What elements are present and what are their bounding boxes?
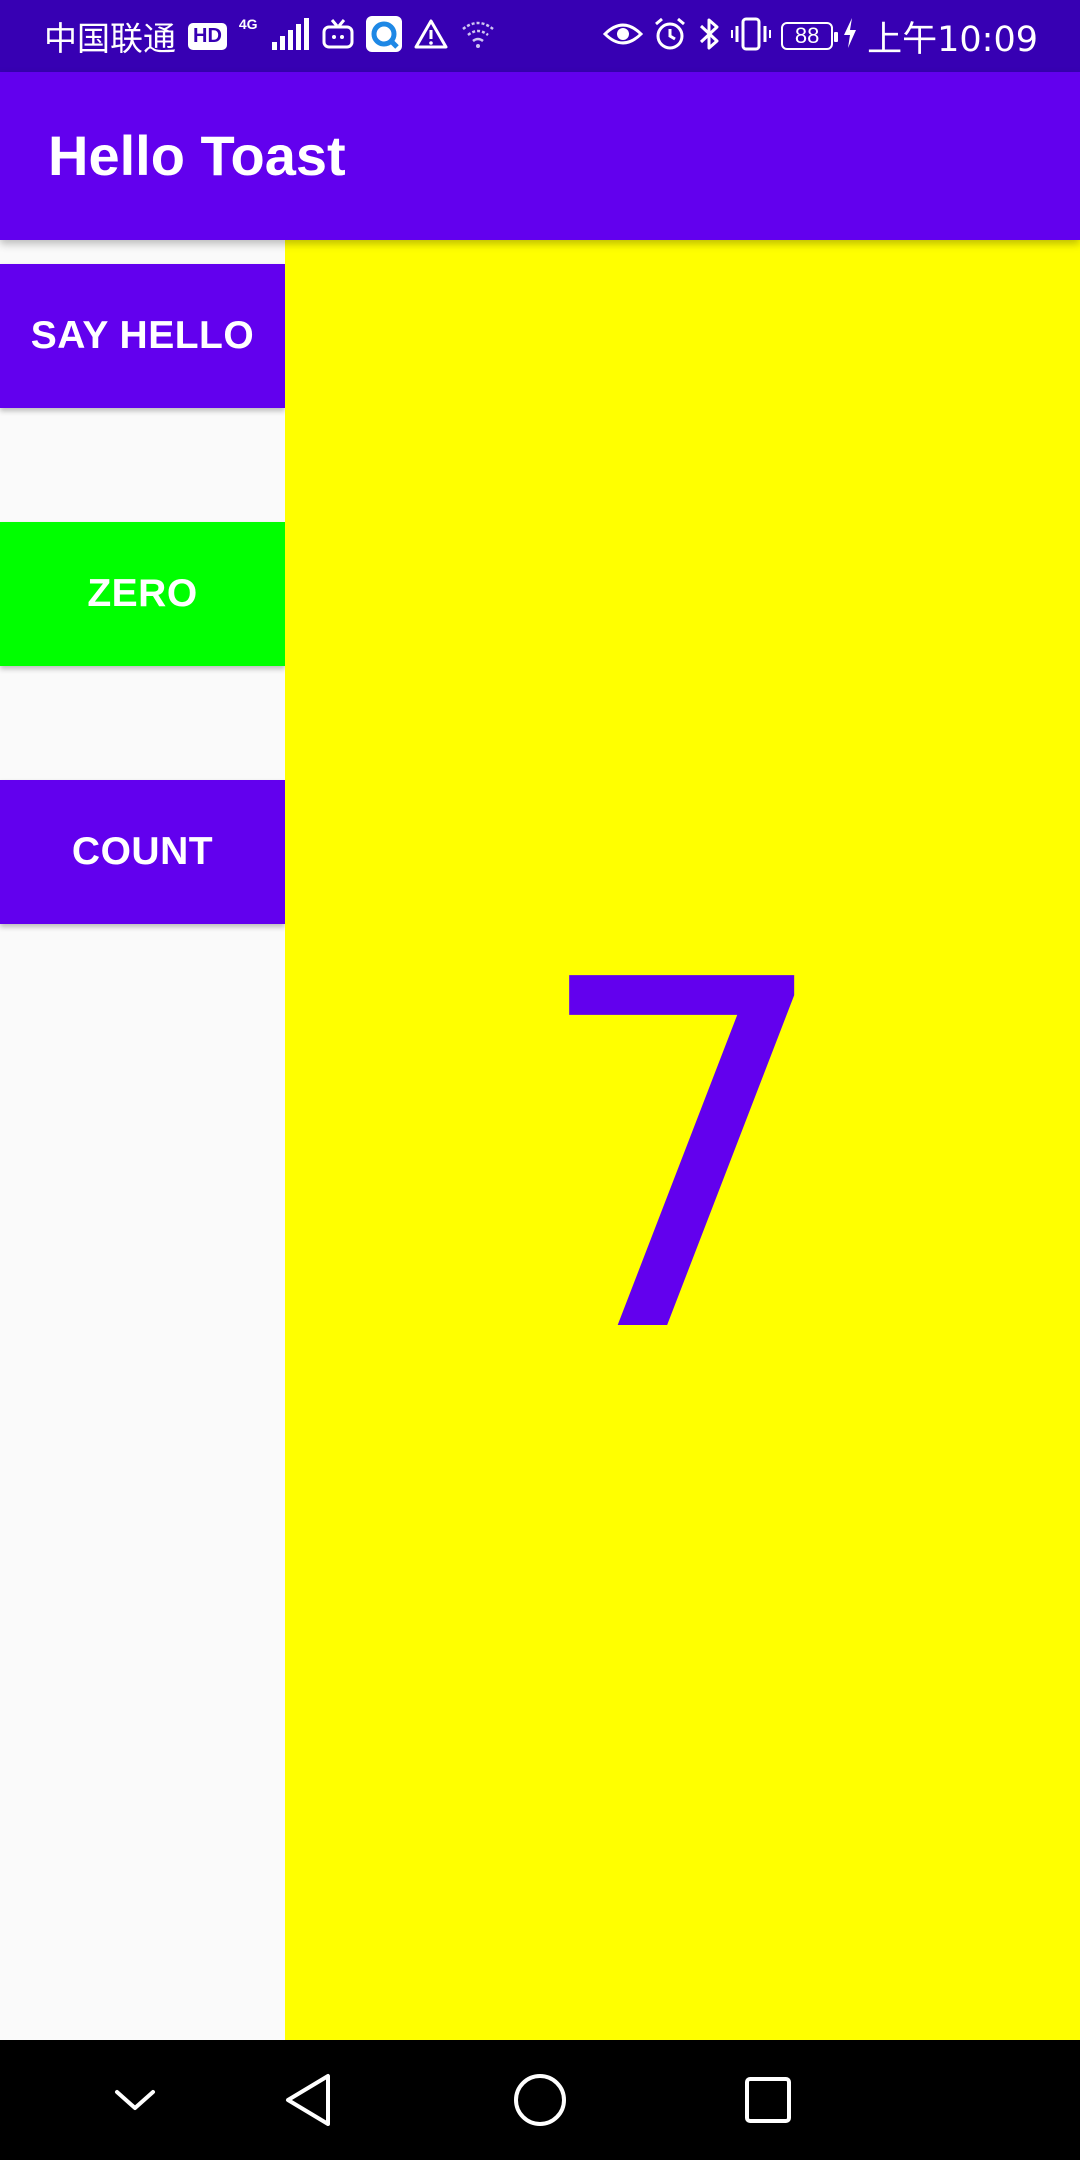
vibrate-icon xyxy=(731,17,772,56)
status-bar: 中国联通 HD 4G 88 上午10:09 xyxy=(0,0,1080,72)
alarm-icon xyxy=(653,17,687,56)
bluetooth-icon xyxy=(697,17,721,56)
home-icon[interactable] xyxy=(500,2060,580,2140)
app-title: Hello Toast xyxy=(48,124,346,187)
carrier-label: 中国联通 xyxy=(44,19,176,58)
collapse-icon[interactable] xyxy=(95,2060,175,2140)
app-notification-icon xyxy=(365,15,402,57)
count-panel: 7 xyxy=(285,240,1080,2040)
battery-icon: 88 xyxy=(781,22,839,50)
status-time: 上午10:09 xyxy=(867,19,1038,60)
back-icon[interactable] xyxy=(270,2060,350,2140)
zero-button[interactable]: ZERO xyxy=(0,522,285,666)
count-value: 7 xyxy=(529,880,836,1439)
count-button[interactable]: COUNT xyxy=(0,780,285,924)
tv-icon xyxy=(322,18,354,54)
app-bar: Hello Toast xyxy=(0,72,1080,240)
status-right: 88 上午10:09 xyxy=(603,0,1038,72)
navigation-bar xyxy=(0,2040,1080,2160)
network-type-label: 4G xyxy=(238,16,258,32)
signal-icon xyxy=(270,17,310,55)
wifi-icon xyxy=(460,19,496,54)
eye-icon xyxy=(603,19,644,54)
hd-badge: HD xyxy=(188,22,227,50)
status-left: 中国联通 HD 4G xyxy=(44,0,496,72)
recents-icon[interactable] xyxy=(728,2060,808,2140)
say-hello-button[interactable]: SAY HELLO xyxy=(0,264,285,408)
warning-icon xyxy=(414,19,448,54)
charging-icon xyxy=(843,17,857,55)
